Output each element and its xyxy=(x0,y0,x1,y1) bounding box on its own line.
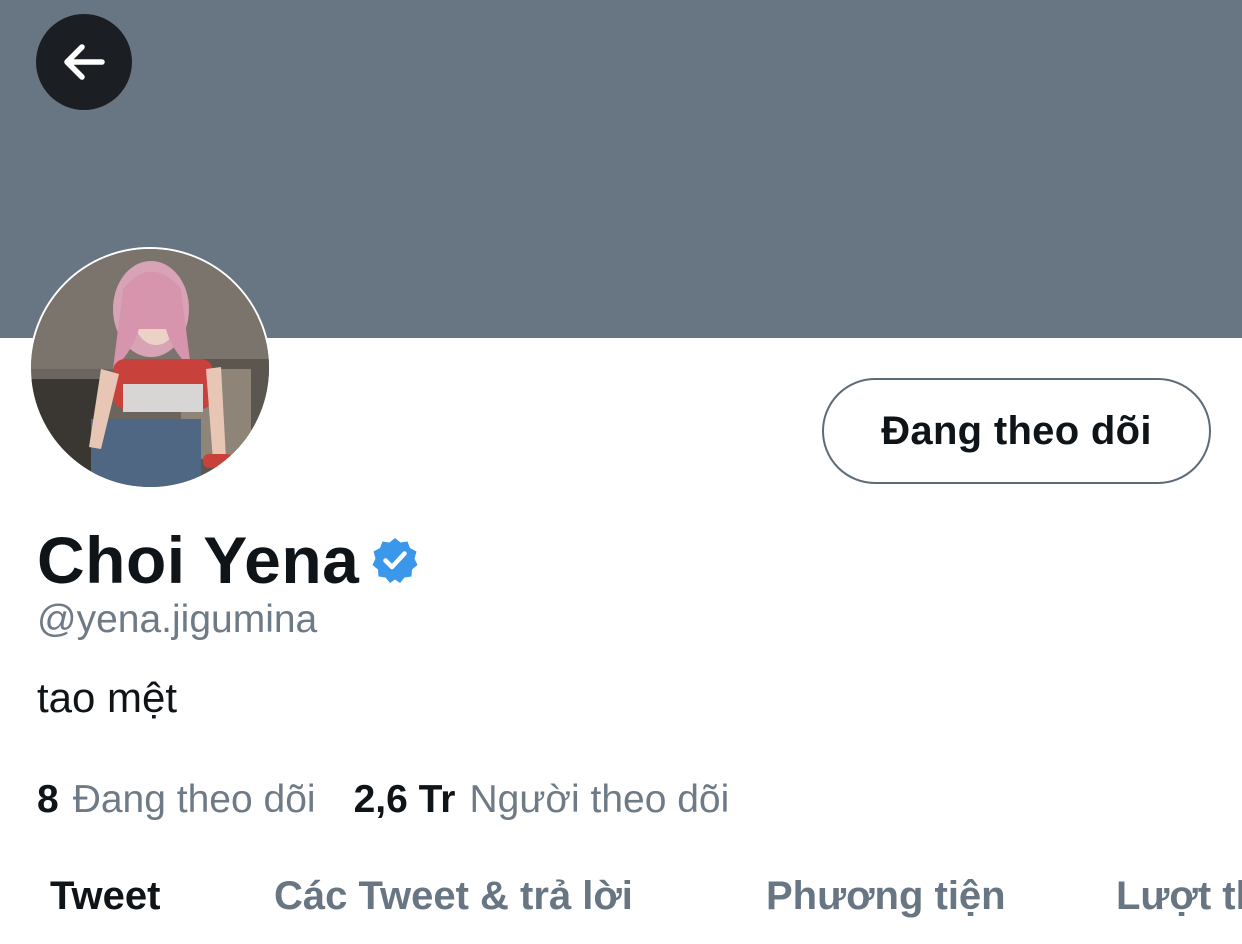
followers-count: 2,6 Tr xyxy=(353,778,456,821)
tab-tweets-and-replies[interactable]: Các Tweet & trả lời xyxy=(274,874,633,919)
tab-media[interactable]: Phương tiện xyxy=(766,874,1006,919)
followers-stat[interactable]: 2,6 Tr Người theo dõi xyxy=(354,778,730,822)
profile-stats: 8 Đang theo dõi 2,6 Tr Người theo dõi xyxy=(37,778,729,822)
profile-tabs: Tweet Các Tweet & trả lời Phương tiện Lư… xyxy=(0,866,1242,944)
tab-likes[interactable]: Lượt thích xyxy=(1116,874,1242,919)
following-button[interactable]: Đang theo dõi xyxy=(822,378,1211,484)
following-label: Đang theo dõi xyxy=(72,778,316,821)
username-handle: @yena.jigumina xyxy=(37,598,318,641)
arrow-left-icon xyxy=(58,36,110,88)
avatar[interactable] xyxy=(29,247,271,489)
profile-bio: tao mệt xyxy=(37,674,178,721)
following-count: 8 xyxy=(37,778,59,821)
following-stat[interactable]: 8 Đang theo dõi xyxy=(37,778,316,822)
profile-name-row: Choi Yena xyxy=(37,520,419,600)
followers-label: Người theo dõi xyxy=(469,778,730,821)
display-name: Choi Yena xyxy=(37,523,360,597)
avatar-photo xyxy=(31,249,269,487)
back-button[interactable] xyxy=(36,14,132,110)
verified-badge-icon xyxy=(371,536,419,584)
tab-tweets[interactable]: Tweet xyxy=(50,874,160,919)
